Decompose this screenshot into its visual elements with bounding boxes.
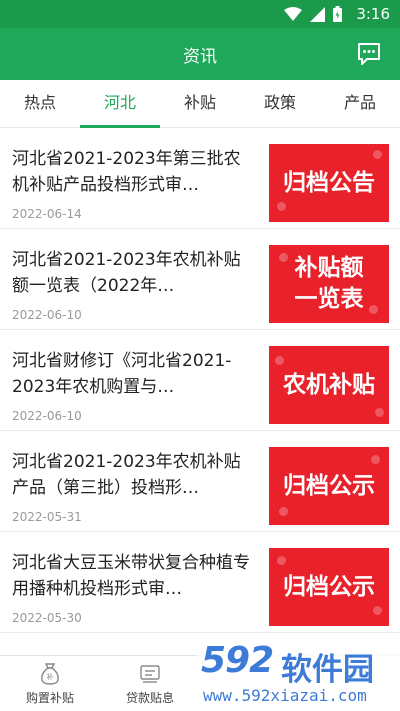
news-date: 2022-06-14 <box>12 207 82 221</box>
app-bar: 资讯 <box>0 28 400 80</box>
news-date: 2022-05-31 <box>12 510 82 524</box>
tab-hebei[interactable]: 河北 <box>80 80 160 128</box>
status-icons <box>284 6 342 22</box>
signal-icon <box>310 6 325 22</box>
nav-label: 贷款贴息 <box>125 691 174 705</box>
news-thumbnail: 补贴额 一览表 <box>269 245 389 323</box>
news-title: 河北省2021-2023年第三批农机补贴产品投档形式审… <box>12 149 241 195</box>
money-bag-icon: 补 <box>41 663 59 685</box>
news-item[interactable]: 河北省2021-2023年第三批农机补贴产品投档形式审… 2022-06-14 … <box>0 128 400 229</box>
news-list: 河北省2021-2023年第三批农机补贴产品投档形式审… 2022-06-14 … <box>0 128 400 655</box>
news-thumbnail: 归档公告 <box>269 144 389 222</box>
nav-loan-interest[interactable]: 贷款贴息 <box>100 656 200 711</box>
banknote-icon <box>140 665 160 683</box>
thumbnail-text: 归档公示 <box>283 472 375 499</box>
watermark-name: 软件园 <box>281 652 374 688</box>
news-item[interactable]: 河北省2021-2023年农机补贴额一览表（2022年… 2022-06-10 … <box>0 229 400 330</box>
watermark: 592 软件园 www.592xiazai.com <box>197 638 400 711</box>
news-item[interactable]: 河北省大豆玉米带状复合种植专用播种机投档形式审… 2022-05-30 归档公示 <box>0 532 400 633</box>
status-time: 3:16 <box>356 5 390 23</box>
news-date: 2022-06-10 <box>12 308 82 322</box>
thumbnail-text: 农机补贴 <box>283 371 375 398</box>
tab-policy[interactable]: 政策 <box>240 80 320 128</box>
thumbnail-text: 补贴额 一览表 <box>294 255 364 312</box>
tab-hot[interactable]: 热点 <box>0 80 80 128</box>
news-title: 河北省2021-2023年农机补贴额一览表（2022年… <box>12 250 241 296</box>
news-title: 河北省大豆玉米带状复合种植专用播种机投档形式审… <box>12 553 250 599</box>
news-item[interactable]: 河北省2021-2023年农机补贴产品（第三批）投档形… 2022-05-31 … <box>0 431 400 532</box>
wifi-icon <box>284 7 302 21</box>
nav-purchase-subsidy[interactable]: 补 购置补贴 <box>0 656 100 711</box>
watermark-url: www.592xiazai.com <box>203 686 367 705</box>
thumbnail-text: 归档公告 <box>283 169 375 196</box>
news-thumbnail: 归档公示 <box>269 447 389 525</box>
battery-icon <box>333 6 342 22</box>
news-thumbnail: 农机补贴 <box>269 346 389 424</box>
message-icon[interactable] <box>356 41 382 67</box>
news-title: 河北省财修订《河北省2021-2023年农机购置与… <box>12 351 232 397</box>
news-date: 2022-05-30 <box>12 611 82 625</box>
category-tabs: 热点 河北 补贴 政策 产品 <box>0 80 400 128</box>
news-date: 2022-06-10 <box>12 409 82 423</box>
news-thumbnail: 归档公示 <box>269 548 389 626</box>
news-item[interactable]: 河北省财修订《河北省2021-2023年农机购置与… 2022-06-10 农机… <box>0 330 400 431</box>
tab-product[interactable]: 产品 <box>320 80 400 128</box>
svg-text:补: 补 <box>47 672 54 681</box>
watermark-logo: 592 <box>201 640 274 681</box>
nav-label: 购置补贴 <box>25 691 74 705</box>
news-title: 河北省2021-2023年农机补贴产品（第三批）投档形… <box>12 452 241 498</box>
status-bar: 3:16 <box>0 0 400 28</box>
thumbnail-text: 归档公示 <box>283 573 375 600</box>
page-title: 资讯 <box>183 47 217 67</box>
tab-subsidy[interactable]: 补贴 <box>160 80 240 128</box>
